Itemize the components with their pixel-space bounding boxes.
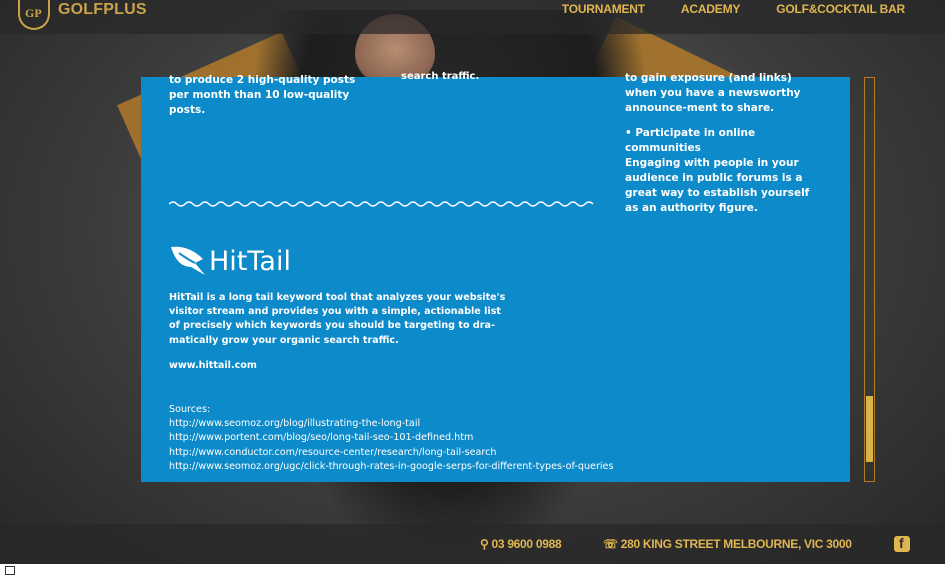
address-text: 280 KING STREET MELBOURNE, VIC 3000 [620, 537, 852, 551]
scrollbar-track[interactable] [864, 77, 875, 482]
scrollbar-thumb[interactable] [866, 396, 873, 462]
wavy-divider [169, 201, 594, 207]
logo[interactable]: GOLFPLUS [18, 0, 147, 30]
brand-name: GOLFPLUS [58, 1, 147, 18]
main-nav: TOURNAMENT ACADEMY GOLF&COCKTAIL BAR [562, 2, 905, 16]
sources-list: Sources: http://www.seomoz.org/blog/illu… [169, 403, 613, 474]
source-link[interactable]: http://www.portent.com/blog/seo/long-tai… [169, 431, 613, 445]
bottom-edge-strip [0, 564, 945, 575]
infographic-column-2-text: search traffic. [401, 71, 480, 82]
phone-contact[interactable]: ⚲ 03 9600 0988 [480, 537, 562, 551]
logo-icon [18, 0, 50, 30]
nav-item-golf-cocktail-bar[interactable]: GOLF&COCKTAIL BAR [776, 2, 905, 16]
nav-item-academy[interactable]: ACADEMY [681, 2, 740, 16]
infographic-column-3-text: to gain exposure (and links) when you ha… [625, 72, 801, 114]
community-heading: • Participate in online communities [625, 127, 756, 154]
sources-label: Sources: [169, 404, 211, 415]
phone-icon: ⚲ [480, 537, 492, 551]
hittail-leaf-icon [171, 246, 205, 275]
footer-bar: ⚲ 03 9600 0988 ☏ 280 KING STREET MELBOUR… [0, 524, 945, 564]
community-body: Engaging with people in your audience in… [625, 157, 810, 214]
hittail-url[interactable]: www.hittail.com [169, 360, 257, 371]
nav-item-tournament[interactable]: TOURNAMENT [562, 2, 645, 16]
phone-glyph: ☏ [603, 537, 621, 551]
hittail-description: HitTail is a long tail keyword tool that… [169, 292, 506, 346]
infographic-column-3: to gain exposure (and links) when you ha… [625, 71, 821, 216]
hittail-name: HitTail [209, 245, 291, 277]
facebook-icon[interactable] [894, 535, 910, 552]
phone-number: 03 9600 0988 [491, 537, 562, 551]
hittail-logo: HitTail [169, 245, 291, 277]
infographic-column-1-text: to produce 2 high-quality posts per mont… [169, 74, 356, 116]
checkbox[interactable] [5, 566, 15, 575]
source-link[interactable]: http://www.seomoz.org/blog/illustrating-… [169, 417, 613, 431]
top-navigation-bar: GOLFPLUS TOURNAMENT ACADEMY GOLF&COCKTAI… [0, 0, 945, 34]
address-contact: ☏ 280 KING STREET MELBOURNE, VIC 3000 [603, 537, 852, 551]
infographic-panel: to produce 2 high-quality posts per mont… [141, 71, 850, 482]
source-link[interactable]: http://www.seomoz.org/ugc/click-through-… [169, 460, 613, 474]
source-link[interactable]: http://www.conductor.com/resource-center… [169, 446, 613, 460]
